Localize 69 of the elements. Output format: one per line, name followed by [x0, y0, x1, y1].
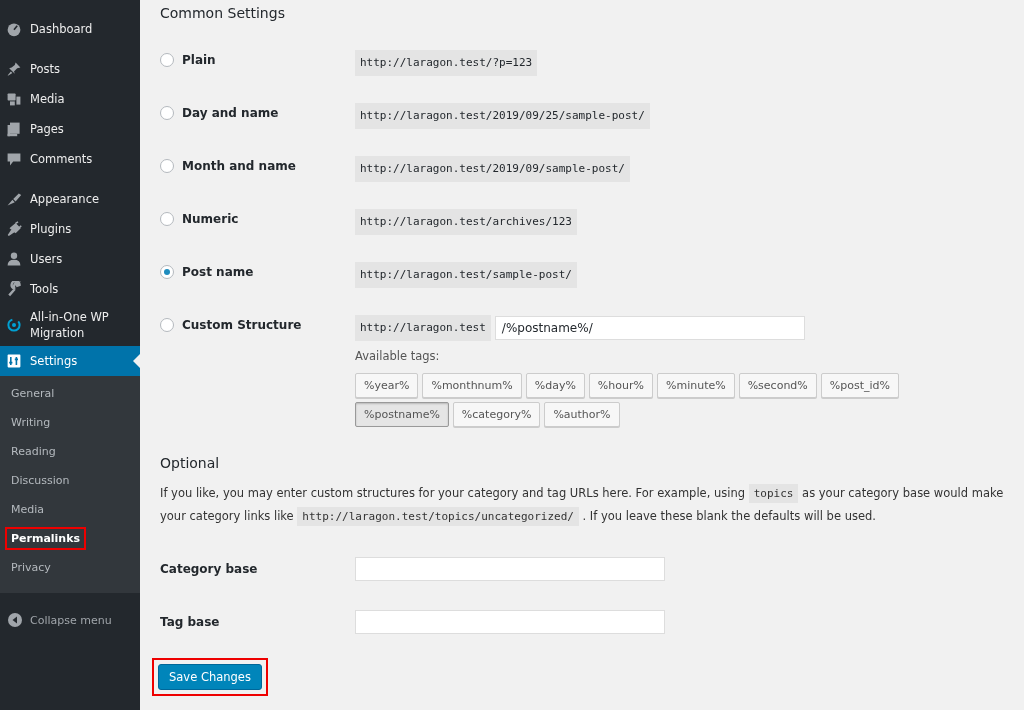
sidebar-item[interactable]: Plugins: [0, 214, 140, 244]
option-label: Month and name: [182, 159, 296, 173]
tag-button[interactable]: %hour%: [588, 373, 653, 398]
menu-icon: [6, 121, 22, 137]
menu-icon: [6, 251, 22, 267]
tag-button[interactable]: %post_id%: [820, 373, 899, 398]
tag-button[interactable]: %author%: [544, 402, 620, 427]
collapse-menu-button[interactable]: Collapse menu: [0, 603, 140, 637]
radio-button[interactable]: [160, 106, 174, 120]
menu-icon: [6, 281, 22, 297]
structure-field[interactable]: /%postname%/: [494, 316, 805, 340]
collapse-icon: [8, 613, 22, 627]
url-prefix: http://laragon.test: [355, 315, 491, 341]
input-field[interactable]: [355, 556, 665, 581]
description-text: If you like, you may enter custom structures for your category and tag URLs here. For example, using topics as your category base would make your category links like http://laragon.test/topics/uncategorized/ . If you leave these blank the defaults will be used.: [160, 482, 1024, 528]
menu-icon: [6, 221, 22, 237]
sidebar-item[interactable]: Settings: [0, 346, 140, 376]
sidebar-item[interactable]: Posts: [0, 54, 140, 84]
tag-button[interactable]: %minute%: [656, 373, 735, 398]
menu-icon: [6, 61, 22, 77]
menu-icon: [6, 191, 22, 207]
url-example: http://laragon.test/sample-post/: [355, 262, 577, 288]
save-button[interactable]: Save Changes: [158, 664, 262, 690]
option-label: Plain: [182, 53, 216, 67]
sidebar-item[interactable]: Appearance: [0, 184, 140, 214]
radio-button[interactable]: [160, 159, 174, 173]
menu-icon: [6, 151, 22, 167]
url-example: http://laragon.test/2019/09/25/sample-post/: [355, 103, 650, 129]
radio-button[interactable]: [160, 212, 174, 226]
input-field[interactable]: [355, 609, 665, 634]
menu-icon: [6, 317, 22, 333]
field-label: Tag base: [160, 614, 221, 629]
option-label: Day and name: [182, 106, 279, 120]
url-example: http://laragon.test/?p=123: [355, 50, 538, 76]
tag-button[interactable]: %monthnum%: [422, 373, 522, 398]
sidebar-item[interactable]: Users: [0, 244, 140, 274]
submenu-item[interactable]: Discussion: [5, 469, 76, 492]
submenu-item[interactable]: Privacy: [5, 556, 57, 579]
tags-label: Available tags:: [355, 349, 441, 363]
menu-icon: [6, 91, 22, 107]
option-label: Post name: [182, 265, 254, 279]
sidebar-item[interactable]: Media: [0, 84, 140, 114]
submenu-item[interactable]: Writing: [5, 411, 57, 434]
option-label: Numeric: [182, 212, 239, 226]
submenu-item[interactable]: Media: [5, 498, 51, 521]
sidebar-item[interactable]: Dashboard: [0, 14, 140, 44]
tag-button[interactable]: %category%: [452, 402, 541, 427]
tag-button[interactable]: %second%: [738, 373, 817, 398]
tag-button[interactable]: %year%: [355, 373, 419, 398]
section-heading: Common Settings: [160, 4, 286, 23]
radio-button[interactable]: [160, 318, 174, 332]
tag-button[interactable]: %postname%: [355, 402, 449, 427]
sidebar-item[interactable]: Pages: [0, 114, 140, 144]
submenu-item[interactable]: Permalinks: [5, 527, 87, 550]
tag-button[interactable]: %day%: [525, 373, 585, 398]
field-label: Category base: [160, 561, 259, 576]
submenu-item[interactable]: Reading: [5, 440, 62, 463]
url-example: http://laragon.test/2019/09/sample-post/: [355, 156, 630, 182]
radio-button[interactable]: [160, 53, 174, 67]
sidebar-item[interactable]: All-in-One WP Migration: [0, 304, 140, 346]
sidebar-item[interactable]: Tools: [0, 274, 140, 304]
url-example: http://laragon.test/archives/123: [355, 209, 577, 235]
section-heading: Optional: [160, 454, 221, 473]
option-label: Custom Structure: [182, 318, 302, 332]
sidebar-item[interactable]: Comments: [0, 144, 140, 174]
radio-button[interactable]: [160, 265, 174, 279]
menu-icon: [6, 21, 22, 37]
menu-icon: [6, 353, 22, 369]
submenu-item[interactable]: General: [5, 382, 61, 405]
